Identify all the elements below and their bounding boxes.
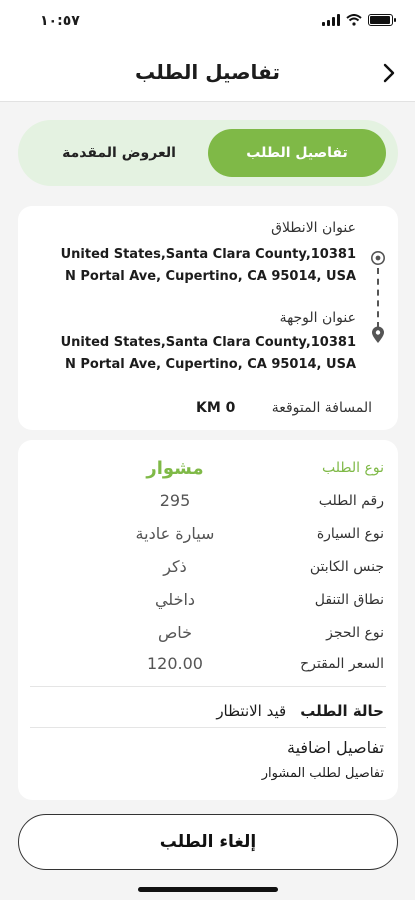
tab-order-details[interactable]: تفاصيل الطلب <box>208 129 386 177</box>
order-status-value: قيد الانتظار <box>216 702 287 720</box>
car-type-label: نوع السيارة <box>316 526 384 542</box>
order-info-card: نوع الطلب مشوار رقم الطلب 295 نوع السيار… <box>18 440 398 800</box>
battery-icon <box>368 14 396 26</box>
dest-address: United States,Santa Clara County,10381 N… <box>60 335 356 372</box>
route-card: عنوان الانطلاق United States,Santa Clara… <box>18 206 398 430</box>
chevron-right-icon <box>383 63 395 83</box>
header: تفاصيل الطلب <box>0 44 415 102</box>
detail-row: رقم الطلب 295 <box>18 491 398 515</box>
dest-address-label: عنوان الوجهة <box>279 310 356 326</box>
order-number-value: 295 <box>159 491 191 510</box>
divider <box>30 686 386 687</box>
detail-row: نوع الطلب مشوار <box>18 458 398 482</box>
distance-value: KM 0 <box>196 400 236 416</box>
route-dashed-line <box>377 268 379 328</box>
suggested-price-value: 120.00 <box>147 654 203 673</box>
origin-pin-icon <box>371 251 385 265</box>
distance-label: المسافة المتوقعة <box>271 400 372 416</box>
captain-gender-label: جنس الكابتن <box>309 559 384 575</box>
order-type-value: مشوار <box>146 458 204 479</box>
car-type-value: سيارة عادية <box>135 524 215 543</box>
tab-offers[interactable]: العروض المقدمة <box>30 129 208 177</box>
booking-type-value: خاص <box>157 623 193 642</box>
booking-type-label: نوع الحجز <box>326 625 384 641</box>
wifi-icon <box>346 14 362 26</box>
order-number-label: رقم الطلب <box>318 493 384 509</box>
detail-row: جنس الكابتن ذكر <box>18 557 398 581</box>
travel-range-label: نطاق التنقل <box>314 592 384 608</box>
detail-row: نطاق التنقل داخلي <box>18 590 398 614</box>
order-type-label: نوع الطلب <box>322 460 384 476</box>
order-status: حالة الطلب قيد الانتظار <box>216 702 384 720</box>
detail-row: السعر المقترح 120.00 <box>18 654 398 678</box>
travel-range-value: داخلي <box>154 590 196 609</box>
page-title: تفاصيل الطلب <box>135 60 280 84</box>
status-icons <box>322 14 396 26</box>
detail-row: نوع الحجز خاص <box>18 623 398 647</box>
divider <box>30 727 386 728</box>
suggested-price-label: السعر المقترح <box>300 656 384 672</box>
order-status-label: حالة الطلب <box>300 702 384 720</box>
route-indicator <box>370 250 386 343</box>
destination-pin-icon <box>372 326 384 343</box>
segmented-control: تفاصيل الطلب العروض المقدمة <box>18 120 398 186</box>
extra-details-text: تفاصيل لطلب المشوار <box>261 766 384 781</box>
start-address: United States,Santa Clara County,10381 N… <box>60 247 356 284</box>
status-time: ١٠:٥٧ <box>40 13 80 29</box>
detail-row: نوع السيارة سيارة عادية <box>18 524 398 548</box>
back-button[interactable] <box>377 60 401 86</box>
extra-details-title: تفاصيل اضافية <box>287 738 384 757</box>
home-indicator <box>138 887 278 892</box>
cancel-order-button[interactable]: إلغاء الطلب <box>18 814 398 870</box>
signal-icon <box>322 14 340 26</box>
captain-gender-value: ذكر <box>163 557 187 576</box>
battery-level <box>370 16 390 24</box>
start-address-label: عنوان الانطلاق <box>271 220 356 236</box>
status-bar: ١٠:٥٧ <box>0 0 415 44</box>
